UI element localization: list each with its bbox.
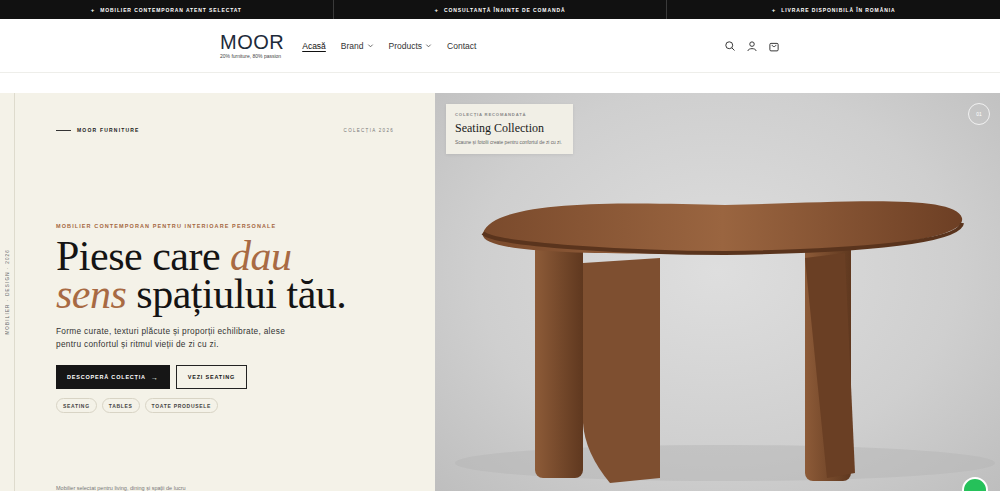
search-icon[interactable] — [724, 40, 736, 52]
nav-label: Brand — [341, 41, 364, 51]
nav-item[interactable]: Contact — [447, 39, 476, 53]
announcement-text: LIVRARE DISPONIBILĂ ÎN ROMÂNIA — [781, 7, 895, 13]
side-strip: MOBILIER · DESIGN · 2026 — [0, 93, 15, 491]
logo[interactable]: MOOR 20% furniture, 80% passion — [220, 33, 284, 59]
cta-button[interactable]: DESCOPERĂ COLECȚIA→ — [56, 365, 170, 389]
plus-icon: + — [435, 7, 439, 13]
nav-label: Acasă — [302, 41, 326, 51]
chat-bubble-icon[interactable] — [962, 477, 988, 491]
announcement-text: MOBILIER CONTEMPORAN ATENT SELECTAT — [100, 7, 242, 13]
brand-label: MOOR FURNITURE — [56, 127, 140, 133]
category-chip[interactable]: SEATING — [56, 398, 97, 413]
nav-item[interactable]: Products — [389, 39, 433, 53]
chevron-down-icon — [425, 42, 432, 49]
announcement-item: + MOBILIER CONTEMPORAN ATENT SELECTAT — [0, 0, 334, 19]
cta-button[interactable]: VEZI SEATING — [176, 365, 247, 389]
brand-rule — [56, 130, 71, 131]
chevron-down-icon — [367, 42, 374, 49]
main-nav: Acasă Brand Products Contact — [302, 39, 476, 53]
logo-name: MOOR — [220, 33, 284, 51]
category-chip[interactable]: TABLES — [102, 398, 140, 413]
card-title: Seating Collection — [455, 121, 564, 136]
announcement-text: CONSULTANȚĂ ÎNAINTE DE COMANDĂ — [444, 7, 566, 13]
announcement-item: + LIVRARE DISPONIBILĂ ÎN ROMÂNIA — [667, 0, 1000, 19]
hero-photo: COLECȚIA RECOMANDATĂ Seating Collection Sc… — [435, 93, 1000, 491]
nav-item[interactable]: Acasă — [302, 39, 326, 53]
collection-label: COLECȚIA 2026 — [344, 128, 394, 133]
nav-item[interactable]: Brand — [341, 39, 374, 53]
logo-tagline: 20% furniture, 80% passion — [220, 53, 284, 59]
slide-indicator[interactable]: 01 — [968, 103, 990, 125]
plus-icon: + — [772, 7, 776, 13]
nav-label: Products — [389, 41, 423, 51]
featured-collection-card[interactable]: COLECȚIA RECOMANDATĂ Seating Collection Sc… — [446, 104, 573, 154]
hero-lead: Forme curate, texturi plăcute și proporț… — [56, 325, 296, 351]
user-icon[interactable] — [746, 40, 758, 52]
hero-text-panel: MOBILIER · DESIGN · 2026 MOOR FURNITURE CO… — [0, 93, 435, 491]
card-text: Scaune și fotolii create pentru confortu… — [455, 139, 564, 146]
hero-eyebrow: MOBILIER CONTEMPORAN PENTRU INTERIOARE P… — [56, 223, 394, 229]
arrow-icon: → — [151, 374, 159, 381]
announcement-bar: + MOBILIER CONTEMPORAN ATENT SELECTAT + CON… — [0, 0, 1000, 19]
site-header: MOOR 20% furniture, 80% passion Acasă Brand… — [0, 19, 1000, 73]
card-eyebrow: COLECȚIA RECOMANDATĂ — [455, 112, 564, 117]
nav-label: Contact — [447, 41, 476, 51]
side-label: MOBILIER · DESIGN · 2026 — [5, 249, 10, 335]
category-chip[interactable]: TOATE PRODUSELE — [145, 398, 219, 413]
hero-headline: Piese care dau sens spațiului tău. — [56, 237, 356, 313]
header-actions — [724, 40, 780, 52]
shopping-bag-icon[interactable] — [768, 40, 780, 52]
hero: MOBILIER · DESIGN · 2026 MOOR FURNITURE CO… — [0, 93, 1000, 491]
page: + MOBILIER CONTEMPORAN ATENT SELECTAT + CON… — [0, 0, 1000, 491]
plus-icon: + — [91, 7, 95, 13]
announcement-item: + CONSULTANȚĂ ÎNAINTE DE COMANDĂ — [334, 0, 668, 19]
hero-footnote: Mobilier selectat pentru living, dining … — [56, 485, 394, 491]
